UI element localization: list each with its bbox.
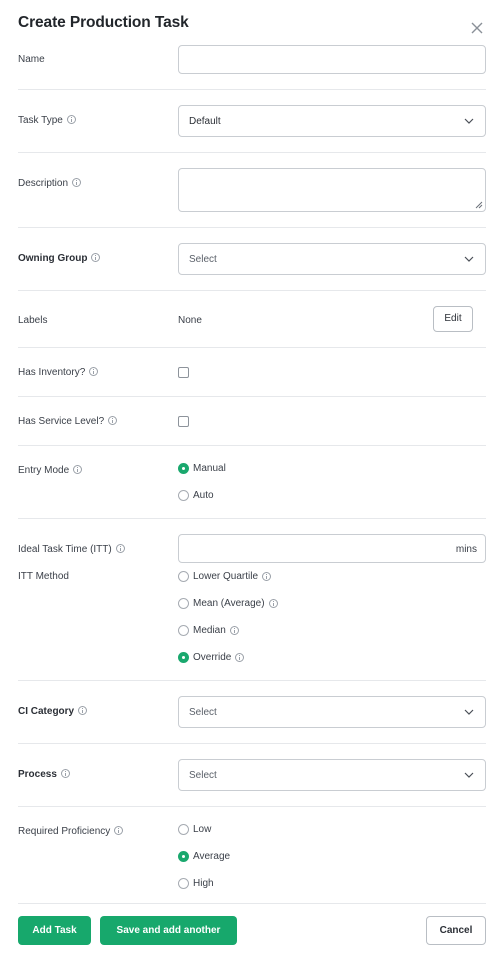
info-icon[interactable] [72, 178, 82, 187]
owning-group-placeholder: Select [189, 254, 217, 265]
has-service-level-checkbox[interactable] [178, 416, 189, 427]
save-and-add-another-button[interactable]: Save and add another [100, 916, 237, 945]
chevron-down-icon [464, 772, 474, 778]
ci-category-select[interactable]: Select [178, 696, 486, 728]
info-icon[interactable] [229, 626, 239, 635]
close-icon[interactable] [469, 20, 485, 36]
itt-method-radio-mean[interactable]: Mean (Average) [178, 598, 278, 609]
radio-unselected-icon [178, 598, 189, 609]
proficiency-radio-high[interactable]: High [178, 878, 214, 889]
info-icon[interactable] [268, 599, 278, 608]
radio-unselected-icon [178, 571, 189, 582]
radio-unselected-icon [178, 625, 189, 636]
name-label: Name [18, 54, 45, 65]
divider [18, 903, 486, 904]
resize-grip-icon[interactable] [475, 201, 483, 209]
task-type-select[interactable]: Default [178, 105, 486, 137]
radio-selected-icon [178, 652, 189, 663]
radio-label: Auto [193, 490, 214, 501]
has-inventory-checkbox[interactable] [178, 367, 189, 378]
divider [18, 806, 486, 807]
chevron-down-icon [464, 709, 474, 715]
radio-unselected-icon [178, 878, 189, 889]
radio-label: Lower Quartile [193, 571, 259, 582]
info-icon[interactable] [235, 653, 245, 662]
radio-label: Average [193, 851, 231, 862]
itt-method-radio-median[interactable]: Median [178, 625, 239, 636]
task-type-label: Task Type [18, 115, 76, 126]
labels-edit-button[interactable]: Edit [433, 306, 473, 332]
info-icon[interactable] [108, 416, 118, 425]
info-icon[interactable] [262, 572, 272, 581]
dialog-title: Create Production Task [18, 14, 189, 31]
info-icon[interactable] [66, 115, 76, 124]
radio-label: Median [193, 625, 226, 636]
has-inventory-label: Has Inventory? [18, 367, 99, 378]
divider [18, 396, 486, 397]
itt-method-radio-override[interactable]: Override [178, 652, 245, 663]
info-icon[interactable] [114, 826, 124, 835]
description-label: Description [18, 178, 82, 189]
divider [18, 347, 486, 348]
itt-suffix: mins [455, 544, 477, 555]
radio-selected-icon [178, 851, 189, 862]
radio-unselected-icon [178, 490, 189, 501]
add-task-button[interactable]: Add Task [18, 916, 91, 945]
divider [18, 89, 486, 90]
info-icon[interactable] [115, 544, 125, 553]
ci-category-label: CI Category [18, 706, 88, 717]
cancel-button[interactable]: Cancel [426, 916, 486, 945]
process-select[interactable]: Select [178, 759, 486, 791]
task-type-value: Default [189, 116, 221, 127]
chevron-down-icon [464, 256, 474, 262]
radio-label: Manual [193, 463, 226, 474]
itt-method-radio-lower-quartile[interactable]: Lower Quartile [178, 571, 272, 582]
labels-label: Labels [18, 315, 48, 326]
name-input[interactable] [178, 45, 486, 74]
radio-label: High [193, 878, 214, 889]
itt-input[interactable]: mins [178, 534, 486, 563]
description-textarea[interactable] [178, 168, 486, 212]
process-placeholder: Select [189, 770, 217, 781]
has-service-level-label: Has Service Level? [18, 416, 118, 427]
entry-mode-radio-auto[interactable]: Auto [178, 490, 214, 501]
itt-method-label: ITT Method [18, 571, 69, 582]
entry-mode-label: Entry Mode [18, 465, 83, 476]
owning-group-label: Owning Group [18, 253, 101, 264]
info-icon[interactable] [73, 465, 83, 474]
radio-selected-icon [178, 463, 189, 474]
process-label: Process [18, 769, 70, 780]
divider [18, 743, 486, 744]
itt-label: Ideal Task Time (ITT) [18, 544, 125, 555]
radio-unselected-icon [178, 824, 189, 835]
info-icon[interactable] [60, 769, 70, 778]
divider [18, 518, 486, 519]
required-proficiency-label: Required Proficiency [18, 826, 124, 837]
divider [18, 152, 486, 153]
entry-mode-radio-manual[interactable]: Manual [178, 463, 226, 474]
chevron-down-icon [464, 118, 474, 124]
divider [18, 290, 486, 291]
proficiency-radio-low[interactable]: Low [178, 824, 211, 835]
divider [18, 680, 486, 681]
info-icon[interactable] [78, 706, 88, 715]
divider [18, 227, 486, 228]
ci-category-placeholder: Select [189, 707, 217, 718]
radio-label: Mean (Average) [193, 598, 265, 609]
labels-value: None [178, 315, 202, 326]
radio-label: Override [193, 652, 232, 663]
proficiency-radio-average[interactable]: Average [178, 851, 230, 862]
info-icon[interactable] [89, 367, 99, 376]
radio-label: Low [193, 824, 212, 835]
info-icon[interactable] [91, 253, 101, 262]
owning-group-select[interactable]: Select [178, 243, 486, 275]
divider [18, 445, 486, 446]
